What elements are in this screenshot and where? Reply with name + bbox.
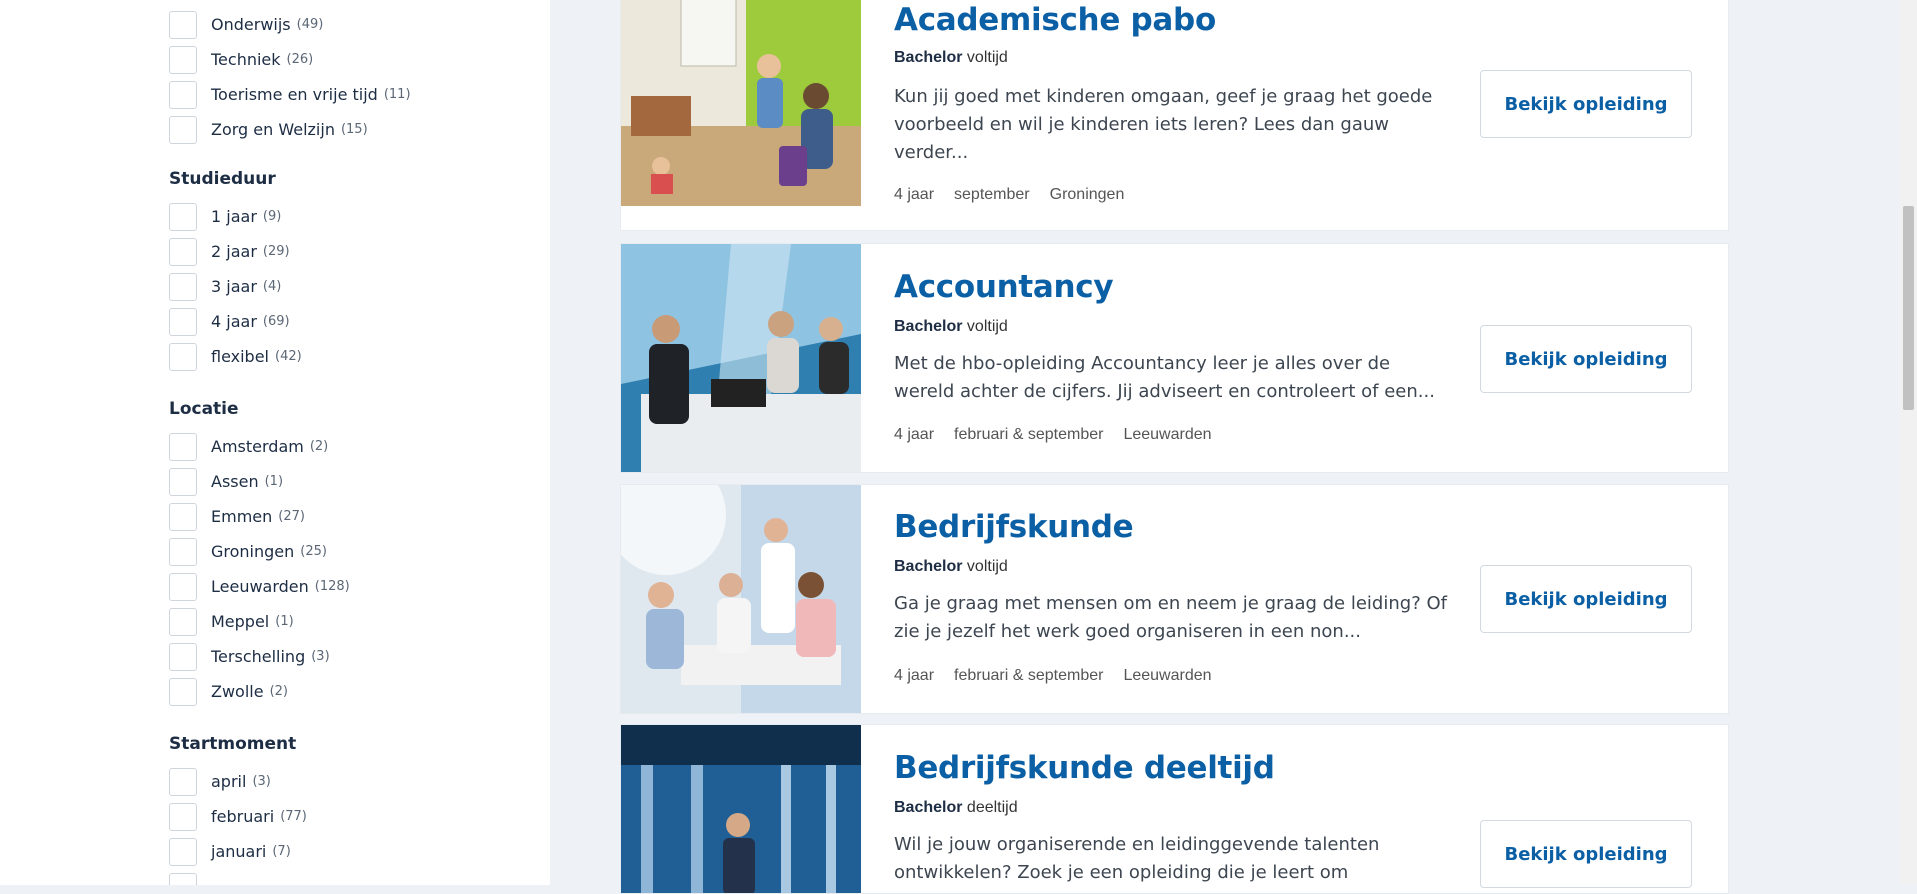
filter-sidebar: Onderwijs (49) Techniek (26) Toerisme en v… bbox=[0, 0, 550, 885]
checkbox[interactable] bbox=[169, 432, 197, 461]
classroom-photo bbox=[621, 0, 861, 206]
filter-option-januari[interactable]: januari (7) bbox=[169, 834, 307, 869]
filter-option-amsterdam[interactable]: Amsterdam (2) bbox=[169, 429, 350, 464]
filter-group-startmoment: Startmoment april (3) februari (77) januar… bbox=[169, 733, 307, 885]
program-title[interactable]: Academische pabo bbox=[894, 2, 1216, 38]
program-description: Wil je jouw organiserende en leidinggeve… bbox=[894, 834, 1380, 883]
filter-option-meppel[interactable]: Meppel (1) bbox=[169, 604, 350, 639]
meta-location: Groningen bbox=[1049, 186, 1125, 203]
program-meta: 4 jaar februari & september Leeuwarden bbox=[894, 667, 1212, 685]
program-description: Met de hbo-opleiding Accountancy leer je… bbox=[894, 353, 1435, 402]
meta-start: februari & september bbox=[954, 426, 1104, 443]
checkbox[interactable] bbox=[169, 802, 197, 831]
filter-option-zorg[interactable]: Zorg en Welzijn (15) bbox=[169, 112, 411, 147]
program-title[interactable]: Bedrijfskunde bbox=[894, 509, 1134, 545]
checkbox[interactable] bbox=[169, 837, 197, 866]
filter-group-locatie: Locatie Amsterdam (2) Assen (1) Emmen (27) … bbox=[169, 398, 350, 709]
program-type: Bachelor voltijd bbox=[894, 558, 1008, 575]
checkbox[interactable] bbox=[169, 767, 197, 796]
checkbox[interactable] bbox=[169, 537, 197, 566]
program-type: Bachelor voltijd bbox=[894, 49, 1008, 66]
page-scrollbar[interactable] bbox=[1900, 0, 1917, 885]
program-title[interactable]: Accountancy bbox=[894, 269, 1114, 305]
filter-option-2-jaar[interactable]: 2 jaar (29) bbox=[169, 234, 302, 269]
meta-start: februari & september bbox=[954, 667, 1104, 684]
program-meta: 4 jaar februari & september Leeuwarden bbox=[894, 426, 1212, 444]
filter-option-1-jaar[interactable]: 1 jaar (9) bbox=[169, 199, 302, 234]
checkbox[interactable] bbox=[169, 80, 197, 109]
program-card: Academische pabo Bachelor voltijd Kun ji… bbox=[620, 0, 1729, 231]
filter-option-partial[interactable] bbox=[169, 869, 307, 885]
checkbox[interactable] bbox=[169, 642, 197, 671]
filter-option-3-jaar[interactable]: 3 jaar (4) bbox=[169, 269, 302, 304]
checkbox[interactable] bbox=[169, 607, 197, 636]
filter-option-emmen[interactable]: Emmen (27) bbox=[169, 499, 350, 534]
filter-option-groningen[interactable]: Groningen (25) bbox=[169, 534, 350, 569]
program-title[interactable]: Bedrijfskunde deeltijd bbox=[894, 750, 1275, 786]
checkbox[interactable] bbox=[169, 10, 197, 39]
filter-option-flexibel[interactable]: flexibel (42) bbox=[169, 339, 302, 374]
filter-option-onderwijs[interactable]: Onderwijs (49) bbox=[169, 7, 411, 42]
view-program-button[interactable]: Bekijk opleiding bbox=[1480, 820, 1692, 888]
filter-option-terschelling[interactable]: Terschelling (3) bbox=[169, 639, 350, 674]
checkbox[interactable] bbox=[169, 115, 197, 144]
program-meta: 4 jaar september Groningen bbox=[894, 186, 1124, 204]
meeting-photo bbox=[621, 244, 861, 472]
filter-option-zwolle[interactable]: Zwolle (2) bbox=[169, 674, 350, 709]
checkbox[interactable] bbox=[169, 467, 197, 496]
program-card: Bedrijfskunde Bachelor voltijd Ga je gra… bbox=[620, 484, 1729, 714]
program-results: Academische pabo Bachelor voltijd Kun ji… bbox=[620, 0, 1730, 894]
checkbox[interactable] bbox=[169, 307, 197, 336]
meta-location: Leeuwarden bbox=[1123, 426, 1212, 443]
checkbox[interactable] bbox=[169, 45, 197, 74]
meta-start: september bbox=[954, 186, 1030, 203]
program-card: Accountancy Bachelor voltijd Met de hbo-… bbox=[620, 243, 1729, 473]
program-description: Ga je graag met mensen om en neem je gra… bbox=[894, 593, 1447, 642]
filter-heading: Startmoment bbox=[169, 734, 297, 754]
filter-option-toerisme[interactable]: Toerisme en vrije tijd (11) bbox=[169, 77, 411, 112]
checkbox[interactable] bbox=[169, 272, 197, 301]
program-card: Bedrijfskunde deeltijd Bachelor deeltijd… bbox=[620, 724, 1729, 894]
filter-option-techniek[interactable]: Techniek (26) bbox=[169, 42, 411, 77]
checkbox[interactable] bbox=[169, 872, 197, 885]
checkbox[interactable] bbox=[169, 572, 197, 601]
view-program-button[interactable]: Bekijk opleiding bbox=[1480, 325, 1692, 393]
checkbox[interactable] bbox=[169, 677, 197, 706]
meta-location: Leeuwarden bbox=[1123, 667, 1212, 684]
students-photo bbox=[621, 485, 861, 713]
scrollbar-thumb[interactable] bbox=[1903, 206, 1914, 410]
meta-duration: 4 jaar bbox=[894, 186, 935, 203]
program-type: Bachelor deeltijd bbox=[894, 799, 1018, 816]
view-program-button[interactable]: Bekijk opleiding bbox=[1480, 565, 1692, 633]
program-description: Kun jij goed met kinderen omgaan, geef j… bbox=[894, 86, 1433, 163]
program-type: Bachelor voltijd bbox=[894, 318, 1008, 335]
filter-option-assen[interactable]: Assen (1) bbox=[169, 464, 350, 499]
filter-group-opleidingsgebied: Onderwijs (49) Techniek (26) Toerisme en v… bbox=[169, 7, 411, 147]
filter-heading: Studieduur bbox=[169, 169, 276, 189]
filter-option-leeuwarden[interactable]: Leeuwarden (128) bbox=[169, 569, 350, 604]
meta-duration: 4 jaar bbox=[894, 667, 935, 684]
meta-duration: 4 jaar bbox=[894, 426, 935, 443]
office-photo bbox=[621, 725, 861, 893]
filter-option-4-jaar[interactable]: 4 jaar (69) bbox=[169, 304, 302, 339]
checkbox[interactable] bbox=[169, 342, 197, 371]
checkbox[interactable] bbox=[169, 502, 197, 531]
filter-heading: Locatie bbox=[169, 399, 239, 419]
view-program-button[interactable]: Bekijk opleiding bbox=[1480, 70, 1692, 138]
filter-option-februari[interactable]: februari (77) bbox=[169, 799, 307, 834]
filter-group-studieduur: Studieduur 1 jaar (9) 2 jaar (29) 3 jaar (4… bbox=[169, 168, 302, 374]
filter-option-april[interactable]: april (3) bbox=[169, 764, 307, 799]
checkbox[interactable] bbox=[169, 202, 197, 231]
checkbox[interactable] bbox=[169, 237, 197, 266]
